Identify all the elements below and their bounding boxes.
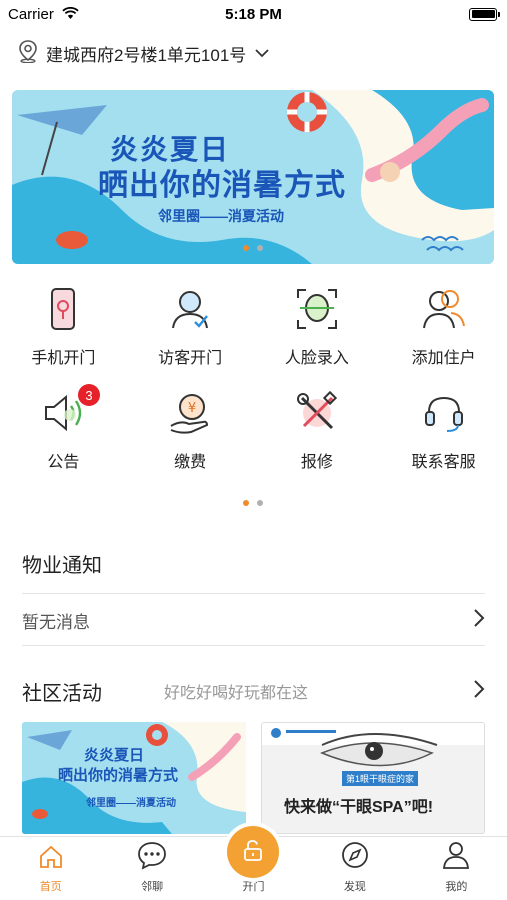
face-scan-icon [292, 284, 342, 334]
chat-icon [137, 840, 167, 875]
grid-item-customer-service[interactable]: 联系客服 [380, 388, 507, 472]
feature-grid: 手机开门 访客开门 人脸录入 添加住户 3 公告 ¥ 缴费 报修 联系客服 [0, 284, 507, 472]
grid-label: 报修 [300, 454, 333, 471]
activity-card-summer[interactable]: 炎炎夏日 晒出你的消暑方式 邻里圈——消夏活动 [22, 722, 246, 834]
divider [22, 645, 485, 646]
phone-door-icon [38, 284, 88, 334]
unread-badge: 3 [78, 384, 100, 406]
grid-item-face-enroll[interactable]: 人脸录入 [254, 284, 381, 368]
card-title-line2: 晒出你的消暑方式 [58, 767, 179, 784]
grid-item-payment[interactable]: ¥ 缴费 [127, 388, 254, 472]
svg-text:¥: ¥ [188, 401, 196, 416]
banner-page-indicator [243, 245, 263, 251]
grid-label: 人脸录入 [284, 350, 349, 367]
page-dot-active [243, 245, 249, 251]
home-icon [38, 844, 64, 875]
location-pin-icon [18, 39, 38, 68]
grid-label: 缴费 [174, 454, 207, 471]
notice-row[interactable]: 暂无消息 [22, 606, 485, 634]
tab-label: 首页 [39, 881, 62, 893]
visitor-icon [165, 284, 215, 334]
activity-section-title: 社区活动 [22, 682, 102, 705]
grid-label: 手机开门 [31, 350, 96, 367]
banner-title-line2: 晒出你的消暑方式 [98, 169, 346, 202]
tab-discover[interactable]: 发现 [304, 837, 405, 900]
page-dot [257, 245, 263, 251]
grid-item-add-resident[interactable]: 添加住户 [380, 284, 507, 368]
page-dot-active [243, 500, 249, 506]
unlock-icon [241, 838, 265, 867]
activity-card-eye-spa[interactable]: 第1眼干眼症的家 快来做“干眼SPA”吧! [261, 722, 485, 834]
headset-icon [419, 388, 469, 438]
activity-header[interactable]: 社区活动 好吃好喝好玩都在这 [22, 677, 485, 705]
compass-icon [340, 840, 370, 875]
notice-empty-text: 暂无消息 [22, 612, 90, 632]
tab-label: 开门 [242, 881, 265, 893]
address-label: 建城西府2号楼1单元101号 [46, 45, 247, 65]
chevron-down-icon [254, 43, 270, 63]
grid-item-repair[interactable]: 报修 [254, 388, 381, 472]
card-subtitle: 邻里圈——消夏活动 [86, 798, 176, 809]
grid-label: 联系客服 [411, 454, 476, 471]
add-resident-icon [419, 284, 469, 334]
grid-item-phone-door[interactable]: 手机开门 [0, 284, 127, 368]
status-bar: Carrier 5:18 PM [0, 0, 507, 28]
wifi-icon [62, 6, 79, 23]
card-headline: 快来做“干眼SPA”吧! [284, 799, 434, 816]
open-door-button[interactable] [227, 826, 279, 878]
tab-chat[interactable]: 邻聊 [101, 837, 202, 900]
card-tag: 第1眼干眼症的家 [342, 771, 419, 786]
profile-icon [442, 840, 470, 875]
activity-subtitle: 好吃好喝好玩都在这 [164, 685, 309, 702]
tab-home[interactable]: 首页 [0, 837, 101, 900]
notice-section-title: 物业通知 [22, 555, 102, 577]
grid-item-announcement[interactable]: 3 公告 [0, 384, 127, 472]
tab-label: 我的 [445, 881, 468, 893]
card-title: 炎炎夏日 [84, 747, 145, 764]
chevron-right-icon [473, 608, 485, 633]
banner-subtitle: 邻里圈——消夏活动 [158, 208, 284, 224]
payment-icon: ¥ [165, 388, 215, 438]
tab-label: 邻聊 [141, 881, 164, 893]
grid-label: 添加住户 [411, 350, 476, 367]
location-selector[interactable]: 建城西府2号楼1单元101号 [0, 28, 507, 78]
chevron-right-icon [473, 679, 485, 704]
grid-label: 访客开门 [158, 350, 223, 367]
tab-label: 发现 [343, 881, 366, 893]
carrier-label: Carrier [8, 5, 54, 23]
battery-icon [469, 7, 500, 21]
tab-profile[interactable]: 我的 [406, 837, 507, 900]
repair-tools-icon [292, 388, 342, 438]
grid-page-indicator [243, 500, 263, 506]
grid-item-visitor[interactable]: 访客开门 [127, 284, 254, 368]
page-dot [257, 500, 263, 506]
grid-label: 公告 [47, 454, 80, 471]
divider [22, 593, 485, 594]
